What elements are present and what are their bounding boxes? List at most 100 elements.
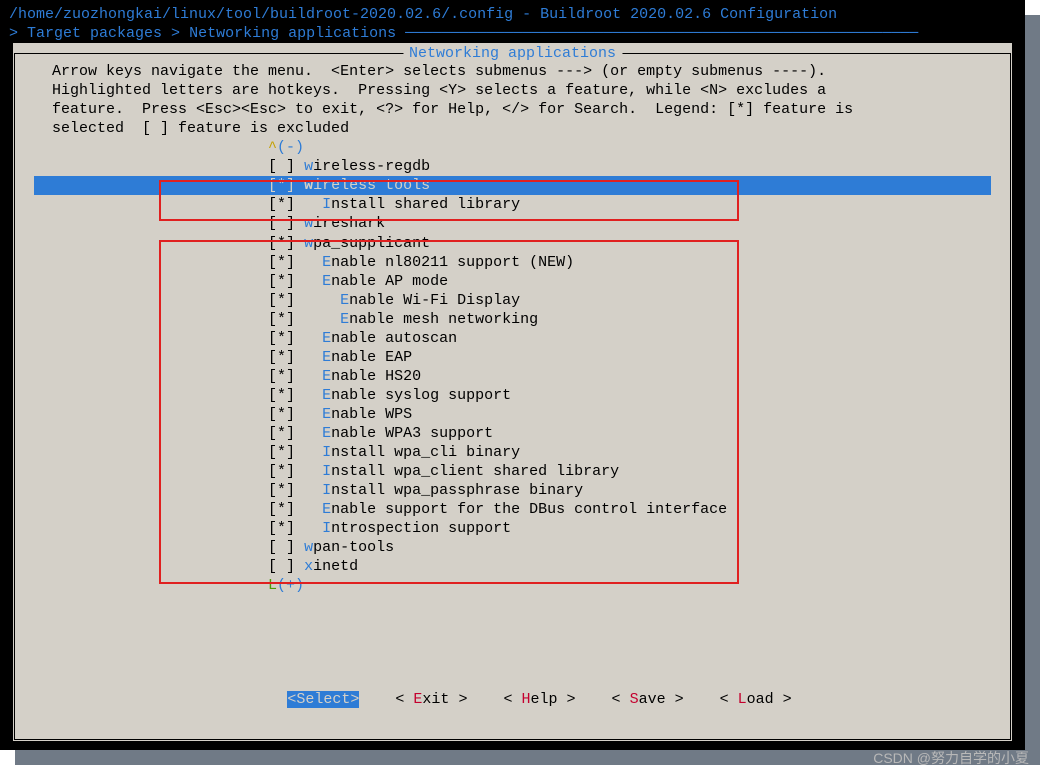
- checkbox-mark[interactable]: [*]: [268, 177, 295, 194]
- menu-item-label: nable EAP: [331, 349, 412, 366]
- checkbox-mark[interactable]: [*]: [268, 196, 295, 213]
- menu-item[interactable]: [*] Enable AP mode: [34, 272, 991, 291]
- menu-item[interactable]: [*] Enable HS20: [34, 367, 991, 386]
- menu-item[interactable]: [ ] wireshark: [34, 214, 991, 233]
- hotkey-letter: E: [340, 311, 349, 328]
- checkbox-mark[interactable]: [*]: [268, 368, 295, 385]
- hotkey-letter: w: [304, 215, 313, 232]
- checkbox-mark[interactable]: [*]: [268, 406, 295, 423]
- terminal-window: /home/zuozhongkai/linux/tool/buildroot-2…: [0, 0, 1025, 750]
- menu-item[interactable]: [*] wpa_supplicant: [34, 234, 991, 253]
- breadcrumb-arrow: >: [9, 25, 27, 42]
- menu-item[interactable]: [*] Enable support for the DBus control …: [34, 500, 991, 519]
- menu-item[interactable]: [*] Enable WPA3 support: [34, 424, 991, 443]
- checkbox-mark[interactable]: [*]: [268, 330, 295, 347]
- menu-item-label: pan-tools: [313, 539, 394, 556]
- menu-item-label: pa_supplicant: [313, 235, 430, 252]
- hotkey-letter: E: [322, 406, 331, 423]
- breadcrumb-networking: Networking applications: [189, 25, 396, 42]
- menu-item-label: nable support for the DBus control inter…: [331, 501, 727, 518]
- checkbox-mark[interactable]: [*]: [268, 311, 295, 328]
- hotkey-letter: w: [304, 158, 313, 175]
- menu-item[interactable]: [*] Install shared library: [34, 195, 991, 214]
- menu-items: [ ] wireless-regdb [*] wireless tools [*…: [34, 157, 991, 576]
- checkbox-mark[interactable]: [*]: [268, 520, 295, 537]
- menu-item[interactable]: [*] Enable nl80211 support (NEW): [34, 253, 991, 272]
- menu-item-label: nstall wpa_client shared library: [331, 463, 619, 480]
- menu-item-label: ireless-regdb: [313, 158, 430, 175]
- menu-item-label: nable AP mode: [331, 273, 448, 290]
- menu-item[interactable]: [*] Introspection support: [34, 519, 991, 538]
- hotkey-letter: E: [322, 349, 331, 366]
- menu-item[interactable]: [*] Enable EAP: [34, 348, 991, 367]
- hotkey-letter: E: [322, 387, 331, 404]
- menu-item[interactable]: [ ] wireless-regdb: [34, 157, 991, 176]
- menu-item[interactable]: [*] wireless tools: [34, 176, 991, 195]
- menu-item[interactable]: [ ] xinetd: [34, 557, 991, 576]
- hotkey-letter: w: [304, 539, 313, 556]
- menu-item[interactable]: [ ] wpan-tools: [34, 538, 991, 557]
- menu-item[interactable]: [*] Install wpa_client shared library: [34, 462, 991, 481]
- checkbox-mark[interactable]: [*]: [268, 349, 295, 366]
- menu-item-label: nstall wpa_cli binary: [331, 444, 520, 461]
- menu-item[interactable]: [*] Enable mesh networking: [34, 310, 991, 329]
- menu-item-label: nable syslog support: [331, 387, 511, 404]
- checkbox-mark[interactable]: [ ]: [268, 158, 295, 175]
- checkbox-mark[interactable]: [ ]: [268, 539, 295, 556]
- hotkey-letter: E: [322, 330, 331, 347]
- load-button[interactable]: < Load >: [720, 691, 792, 708]
- hotkey-letter: I: [322, 520, 331, 537]
- panel-title: Networking applications: [403, 44, 622, 63]
- hotkey-letter: E: [322, 273, 331, 290]
- checkbox-mark[interactable]: [*]: [268, 425, 295, 442]
- checkbox-mark[interactable]: [*]: [268, 292, 295, 309]
- menu-item-label: inetd: [313, 558, 358, 575]
- menu-item-label: nable mesh networking: [349, 311, 538, 328]
- hotkey-letter: I: [322, 463, 331, 480]
- menu-item-label: nstall shared library: [331, 196, 520, 213]
- menu-area: ^(-) [ ] wireless-regdb [*] wireless too…: [14, 138, 1011, 595]
- checkbox-mark[interactable]: [ ]: [268, 558, 295, 575]
- hotkey-letter: I: [322, 444, 331, 461]
- hotkey-letter: E: [322, 254, 331, 271]
- save-button[interactable]: < Save >: [612, 691, 684, 708]
- menu-item-label: nable WPA3 support: [331, 425, 493, 442]
- menu-item[interactable]: [*] Enable WPS: [34, 405, 991, 424]
- exit-button[interactable]: < Exit >: [395, 691, 467, 708]
- menu-item-label: nable nl80211 support (NEW): [331, 254, 574, 271]
- menu-item-label: ireless tools: [313, 177, 430, 194]
- checkbox-mark[interactable]: [*]: [268, 387, 295, 404]
- scroll-down-indicator[interactable]: L(+): [34, 576, 991, 595]
- menu-item-label: nstall wpa_passphrase binary: [331, 482, 583, 499]
- menu-item-label: nable HS20: [331, 368, 421, 385]
- hotkey-letter: x: [304, 558, 313, 575]
- checkbox-mark[interactable]: [*]: [268, 273, 295, 290]
- checkbox-mark[interactable]: [*]: [268, 444, 295, 461]
- hotkey-letter: E: [322, 501, 331, 518]
- hotkey-letter: E: [340, 292, 349, 309]
- checkbox-mark[interactable]: [*]: [268, 482, 295, 499]
- menu-panel: Networking applications Arrow keys navig…: [13, 43, 1012, 741]
- menu-item[interactable]: [*] Enable Wi-Fi Display: [34, 291, 991, 310]
- help-button[interactable]: < Help >: [503, 691, 575, 708]
- menu-item-label: nable autoscan: [331, 330, 457, 347]
- breadcrumb-target-packages: Target packages: [27, 25, 162, 42]
- config-path-title: /home/zuozhongkai/linux/tool/buildroot-2…: [1, 1, 1024, 24]
- checkbox-mark[interactable]: [ ]: [268, 215, 295, 232]
- hotkey-letter: I: [322, 196, 331, 213]
- menu-item-label: nable Wi-Fi Display: [349, 292, 520, 309]
- scroll-up-indicator[interactable]: ^(-): [34, 138, 991, 157]
- select-button[interactable]: <Select>: [287, 691, 359, 708]
- menu-item[interactable]: [*] Enable autoscan: [34, 329, 991, 348]
- menu-item[interactable]: [*] Enable syslog support: [34, 386, 991, 405]
- hotkey-letter: E: [322, 368, 331, 385]
- breadcrumb: > Target packages > Networking applicati…: [1, 24, 1024, 43]
- checkbox-mark[interactable]: [*]: [268, 463, 295, 480]
- breadcrumb-sep: >: [162, 25, 189, 42]
- checkbox-mark[interactable]: [*]: [268, 254, 295, 271]
- menu-item[interactable]: [*] Install wpa_passphrase binary: [34, 481, 991, 500]
- menu-item[interactable]: [*] Install wpa_cli binary: [34, 443, 991, 462]
- checkbox-mark[interactable]: [*]: [268, 235, 295, 252]
- checkbox-mark[interactable]: [*]: [268, 501, 295, 518]
- menu-item-label: nable WPS: [331, 406, 412, 423]
